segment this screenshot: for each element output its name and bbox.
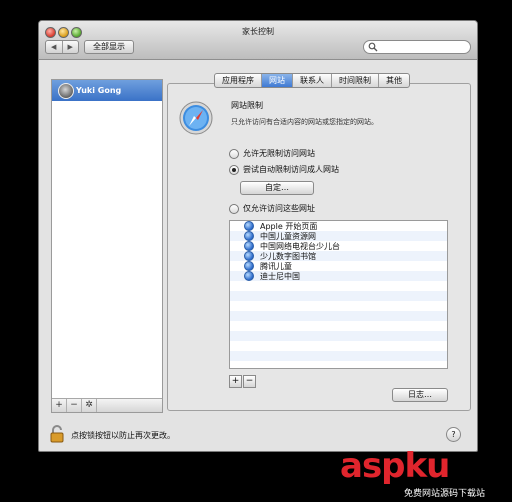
option-only-these-label: 仅允许访问这些网址: [243, 204, 315, 213]
title-bar: 家长控制 ◀ ▶ 全部显示: [39, 21, 477, 60]
customize-button[interactable]: 自定…: [240, 181, 314, 195]
safari-icon: [179, 101, 213, 135]
globe-icon: [244, 261, 254, 271]
option-unlimited[interactable]: 允许无限制访问网站: [229, 148, 315, 159]
gear-icon[interactable]: ✲: [82, 399, 97, 412]
tab-other[interactable]: 其他: [379, 74, 409, 87]
list-item[interactable]: 迪士尼中国: [230, 271, 447, 281]
list-toolbar: + −: [229, 375, 257, 388]
globe-icon: [244, 241, 254, 251]
add-user-button[interactable]: +: [52, 399, 67, 412]
globe-icon: [244, 271, 254, 281]
remove-user-button[interactable]: −: [67, 399, 82, 412]
window-title: 家长控制: [242, 27, 274, 36]
lock-icon[interactable]: [49, 425, 65, 443]
radio-unlimited[interactable]: [229, 148, 239, 159]
nav-buttons: ◀ ▶: [45, 40, 79, 54]
radio-only-these[interactable]: [229, 203, 239, 214]
list-item[interactable]: 中国网络电视台少儿台: [230, 241, 447, 251]
tab-apps[interactable]: 应用程序: [215, 74, 262, 87]
add-site-button[interactable]: +: [229, 375, 242, 388]
watermark-logo: aspku: [340, 446, 450, 486]
show-all-button[interactable]: 全部显示: [84, 40, 134, 54]
help-button[interactable]: ?: [446, 427, 461, 442]
option-auto-limit[interactable]: 尝试自动限制访问成人网站: [229, 164, 339, 175]
option-unlimited-label: 允许无限制访问网站: [243, 149, 315, 158]
parental-controls-window: 家长控制 ◀ ▶ 全部显示 Yuki Gong + − ✲ 应用程序 网站 联系…: [38, 20, 478, 452]
lock-hint: 点按锁按钮以防止再次更改。: [71, 431, 175, 440]
user-sidebar: Yuki Gong + − ✲: [51, 79, 163, 413]
tab-bar: 应用程序 网站 联系人 时间限制 其他: [214, 73, 410, 88]
globe-icon: [244, 231, 254, 241]
radio-auto-limit[interactable]: [229, 164, 239, 175]
forward-icon[interactable]: ▶: [61, 41, 79, 53]
allowed-sites-list[interactable]: Apple 开始页面 中国儿童资源网 中国网络电视台少儿台 少儿数字图书馆 腾讯…: [229, 220, 448, 369]
list-item[interactable]: 少儿数字图书馆: [230, 251, 447, 261]
avatar: [58, 83, 74, 99]
user-name: Yuki Gong: [76, 86, 122, 95]
globe-icon: [244, 221, 254, 231]
watermark-subtitle: 免费网站源码下载站: [404, 489, 486, 499]
logs-button[interactable]: 日志…: [392, 388, 448, 402]
tab-contacts[interactable]: 联系人: [293, 74, 332, 87]
list-item[interactable]: 中国儿童资源网: [230, 231, 447, 241]
search-icon: [368, 42, 378, 52]
section-title: 网站限制: [231, 101, 263, 110]
tab-time-limits[interactable]: 时间限制: [332, 74, 379, 87]
globe-icon: [244, 251, 254, 261]
remove-site-button[interactable]: −: [243, 375, 256, 388]
back-icon[interactable]: ◀: [46, 41, 62, 53]
section-description: 只允许访问有合适内容的网站或您指定的网站。: [231, 118, 378, 126]
site-label: 迪士尼中国: [260, 271, 300, 281]
search-input[interactable]: [363, 40, 471, 54]
option-only-these[interactable]: 仅允许访问这些网址: [229, 203, 315, 214]
list-item[interactable]: Apple 开始页面: [230, 221, 447, 231]
tab-websites[interactable]: 网站: [262, 74, 293, 87]
sidebar-item-user[interactable]: Yuki Gong: [52, 80, 162, 101]
option-auto-limit-label: 尝试自动限制访问成人网站: [243, 165, 339, 174]
sidebar-toolbar: + − ✲: [52, 398, 162, 412]
list-item[interactable]: 腾讯儿童: [230, 261, 447, 271]
